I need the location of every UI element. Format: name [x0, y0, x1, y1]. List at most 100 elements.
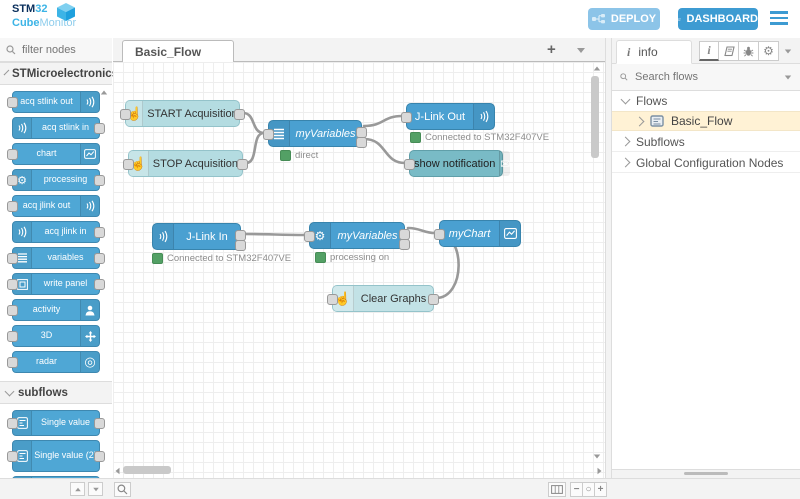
- palette-scroll-up-icon[interactable]: [101, 91, 107, 95]
- node-port[interactable]: [7, 175, 18, 186]
- canvas-node-start-acquisition[interactable]: ☝ START Acquisition: [125, 100, 240, 127]
- canvas-node-myvariables-1[interactable]: myVariables: [268, 120, 362, 147]
- node-port[interactable]: [94, 418, 105, 429]
- info-tab-button[interactable]: i: [699, 41, 719, 61]
- canvas-node-jlink-in[interactable]: J-Link In: [152, 223, 241, 250]
- dashboard-button[interactable]: DASHBOARD: [678, 8, 758, 30]
- canvas-scroll-left-icon[interactable]: [116, 468, 120, 474]
- node-port[interactable]: [7, 357, 18, 368]
- deploy-button[interactable]: DEPLOY: [588, 8, 660, 30]
- node-port[interactable]: [7, 331, 18, 342]
- help-tab-button[interactable]: [719, 41, 739, 61]
- palette-node-single-value[interactable]: Single value: [12, 410, 100, 436]
- canvas-node-jlink-out[interactable]: J-Link Out: [406, 103, 495, 130]
- sidebar-tabs-dropdown-icon[interactable]: [785, 50, 791, 54]
- canvas-scroll-up-icon[interactable]: [594, 67, 600, 71]
- canvas-node-show-notification[interactable]: show notification ✉: [409, 150, 503, 177]
- filter-nodes-input[interactable]: [20, 43, 104, 57]
- canvas-vertical-scrollbar[interactable]: [591, 76, 599, 158]
- canvas-scroll-down-icon[interactable]: [594, 455, 600, 459]
- sidebar-bottom-splitter[interactable]: [612, 469, 800, 478]
- node-output-port[interactable]: [234, 109, 245, 120]
- flow-canvas[interactable]: ☝ START Acquisition ☝ STOP Acquisition m…: [113, 62, 605, 478]
- search-options-dropdown-icon[interactable]: [785, 75, 791, 79]
- palette-node-acq-jlink-out[interactable]: acq jlink out: [12, 195, 100, 217]
- chevron-right-icon: [621, 137, 631, 147]
- node-input-port[interactable]: [120, 109, 131, 120]
- palette-node-variables[interactable]: variables: [12, 247, 100, 269]
- node-port[interactable]: [94, 227, 105, 238]
- canvas-horizontal-scrollbar[interactable]: [123, 466, 171, 474]
- palette-node-3d[interactable]: 3D: [12, 325, 100, 347]
- tree-row-subflows[interactable]: Subflows: [612, 132, 800, 152]
- palette-node-acq-stlink-in[interactable]: acq stlink in: [12, 117, 100, 139]
- palette-node-chart[interactable]: chart: [12, 143, 100, 165]
- canvas-node-clear-graphs[interactable]: ☝ Clear Graphs: [332, 285, 434, 312]
- node-port[interactable]: [7, 451, 18, 462]
- node-port[interactable]: [7, 97, 18, 108]
- search-icon: [117, 484, 128, 495]
- minimap-toggle-button[interactable]: [548, 482, 566, 497]
- palette-node-processing[interactable]: ⚙ processing: [12, 169, 100, 191]
- palette-category-subflows[interactable]: subflows: [0, 381, 112, 404]
- node-port[interactable]: [94, 253, 105, 264]
- tree-row-basic-flow[interactable]: Basic_Flow: [612, 111, 800, 131]
- palette-node-acq-stlink-out[interactable]: acq stlink out: [12, 91, 100, 113]
- info-icon: i: [627, 45, 630, 60]
- tree-row-flows[interactable]: Flows: [612, 91, 800, 111]
- main-menu-button[interactable]: [770, 11, 788, 25]
- search-flows-input[interactable]: [633, 70, 779, 84]
- sidebar-splitter[interactable]: [605, 38, 612, 478]
- sidebar-tab-info[interactable]: i info: [616, 40, 692, 64]
- node-port[interactable]: [94, 451, 105, 462]
- node-output-port[interactable]: [235, 240, 246, 251]
- palette-node-activity[interactable]: activity: [12, 299, 100, 321]
- palette-search[interactable]: [0, 38, 112, 62]
- person-icon: [80, 300, 99, 320]
- node-output-port[interactable]: [399, 239, 410, 250]
- canvas-search-button[interactable]: [114, 482, 131, 497]
- config-tab-button[interactable]: ⚙: [759, 41, 779, 61]
- node-port[interactable]: [7, 149, 18, 160]
- node-input-port[interactable]: [304, 231, 315, 242]
- tree-row-global-config[interactable]: Global Configuration Nodes: [612, 153, 800, 173]
- palette-expand-button[interactable]: [88, 482, 103, 496]
- palette-node-radar[interactable]: radar ◎: [12, 351, 100, 373]
- node-input-port[interactable]: [434, 229, 445, 240]
- node-input-port[interactable]: [263, 129, 274, 140]
- canvas-node-stop-acquisition[interactable]: ☝ STOP Acquisition: [128, 150, 243, 177]
- node-output-port[interactable]: [428, 294, 439, 305]
- node-port[interactable]: [7, 305, 18, 316]
- node-status: Connected to STM32F407VE: [152, 253, 291, 264]
- node-output-port[interactable]: [237, 159, 248, 170]
- palette-node-write-panel[interactable]: write panel: [12, 273, 100, 295]
- node-output-port[interactable]: [356, 137, 367, 148]
- node-port[interactable]: [7, 279, 18, 290]
- node-port[interactable]: [94, 175, 105, 186]
- chevron-down-icon: [5, 386, 15, 396]
- flow-tab-basic-flow[interactable]: Basic_Flow: [122, 40, 234, 62]
- node-port[interactable]: [94, 279, 105, 290]
- palette-category-stmicroelectronics[interactable]: STMicroelectronics: [0, 62, 112, 85]
- node-input-port[interactable]: [123, 159, 134, 170]
- node-port[interactable]: [94, 123, 105, 134]
- node-input-port[interactable]: [327, 294, 338, 305]
- canvas-scroll-right-icon[interactable]: [598, 468, 602, 474]
- status-text: processing on: [330, 252, 389, 263]
- menu-bar: [770, 22, 788, 25]
- debug-tab-button[interactable]: [739, 41, 759, 61]
- node-input-port[interactable]: [401, 112, 412, 123]
- node-input-port[interactable]: [404, 159, 415, 170]
- palette-collapse-button[interactable]: [70, 482, 85, 496]
- canvas-node-myvariables-2[interactable]: ⚙ myVariables: [309, 222, 405, 249]
- node-port[interactable]: [7, 253, 18, 264]
- palette-node-single-value-2[interactable]: Single value (2): [12, 440, 100, 472]
- palette-node-acq-jlink-in[interactable]: acq jlink in: [12, 221, 100, 243]
- flow-list-dropdown-icon[interactable]: [577, 48, 585, 53]
- logo-stm: STM: [12, 3, 35, 15]
- node-port[interactable]: [7, 418, 18, 429]
- canvas-node-mychart[interactable]: myChart: [439, 220, 521, 247]
- node-port[interactable]: [7, 201, 18, 212]
- zoom-in-button[interactable]: +: [594, 482, 607, 497]
- add-flow-button[interactable]: +: [547, 41, 556, 58]
